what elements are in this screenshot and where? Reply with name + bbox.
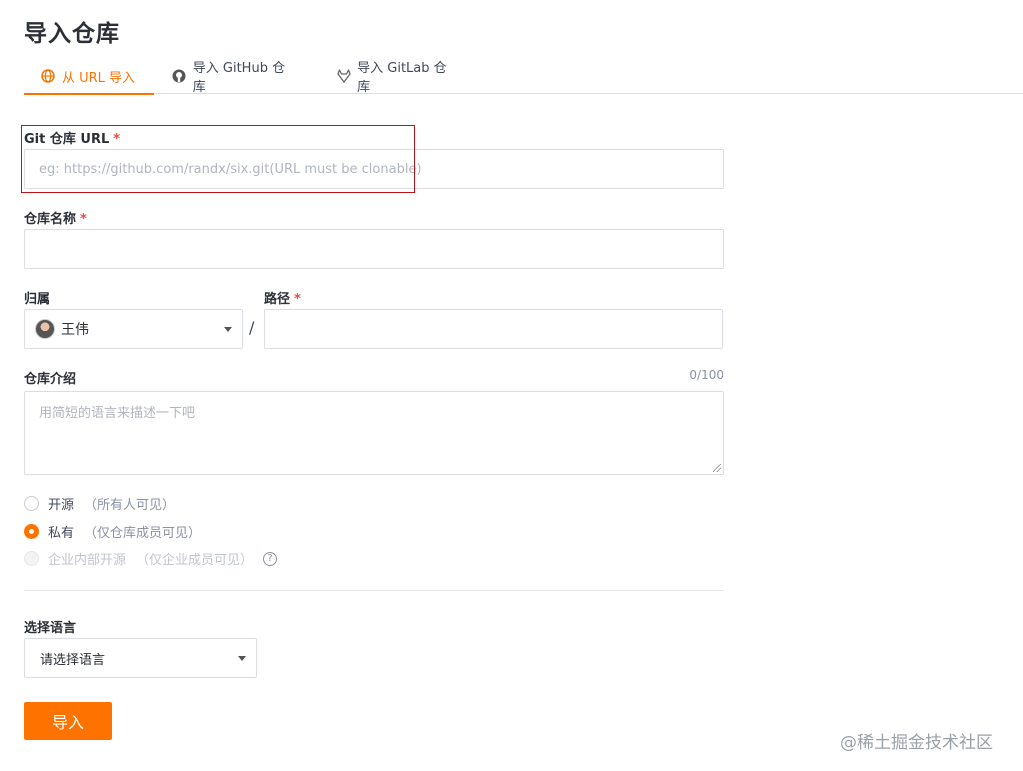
- tab-label: 导入 GitHub 仓库: [192, 61, 286, 95]
- description-placeholder: 用简短的语言来描述一下吧: [39, 406, 196, 421]
- github-icon: [172, 68, 187, 84]
- avatar: [35, 319, 55, 339]
- git-url-label: Git 仓库 URL *: [24, 132, 121, 147]
- resize-handle[interactable]: [713, 464, 721, 472]
- tab-github-import[interactable]: 导入 GitHub 仓库: [156, 58, 306, 95]
- repo-name-label: 仓库名称 *: [24, 212, 87, 227]
- tab-label: 从 URL 导入: [62, 70, 136, 86]
- import-tabs: 从 URL 导入 导入 GitHub 仓库 导入 GitLab 仓库: [24, 58, 1023, 95]
- import-button[interactable]: 导入: [24, 702, 112, 740]
- chevron-down-icon: [224, 327, 232, 332]
- path-label: 路径 *: [264, 292, 301, 307]
- owner-select[interactable]: 王伟: [24, 309, 243, 349]
- owner-label: 归属: [24, 292, 51, 307]
- language-value: 请选择语言: [40, 652, 106, 668]
- gitlab-icon: [336, 68, 351, 84]
- visibility-enterprise-option: 企业内部开源 （仅企业成员可见） ?: [24, 549, 278, 568]
- description-label: 仓库介绍: [24, 372, 77, 387]
- path-separator: /: [249, 318, 255, 337]
- help-icon[interactable]: ?: [263, 551, 278, 566]
- page-title: 导入仓库: [24, 21, 120, 47]
- path-input[interactable]: [264, 309, 723, 349]
- divider: [24, 590, 724, 591]
- tab-url-import[interactable]: 从 URL 导入: [24, 58, 154, 95]
- visibility-private-option[interactable]: 私有 （仅仓库成员可见）: [24, 522, 201, 541]
- radio-button-disabled: [24, 551, 39, 566]
- globe-icon: [40, 68, 56, 84]
- owner-value: 王伟: [61, 322, 89, 338]
- chevron-down-icon: [238, 656, 246, 661]
- radio-button-checked[interactable]: [24, 524, 39, 539]
- tab-gitlab-import[interactable]: 导入 GitLab 仓库: [320, 58, 470, 95]
- radio-button[interactable]: [24, 496, 39, 511]
- description-counter: 0/100: [689, 368, 724, 382]
- watermark: @稀土掘金技术社区: [840, 733, 993, 753]
- repo-name-input[interactable]: [24, 229, 724, 269]
- language-label: 选择语言: [24, 621, 77, 636]
- git-url-input[interactable]: eg: https://github.com/randx/six.git(URL…: [24, 149, 724, 189]
- tab-label: 导入 GitLab 仓库: [357, 61, 447, 95]
- visibility-public-option[interactable]: 开源 （所有人可见）: [24, 494, 175, 513]
- language-select[interactable]: 请选择语言: [24, 638, 257, 678]
- git-url-placeholder: eg: https://github.com/randx/six.git(URL…: [39, 161, 422, 177]
- description-textarea[interactable]: 用简短的语言来描述一下吧: [24, 391, 724, 475]
